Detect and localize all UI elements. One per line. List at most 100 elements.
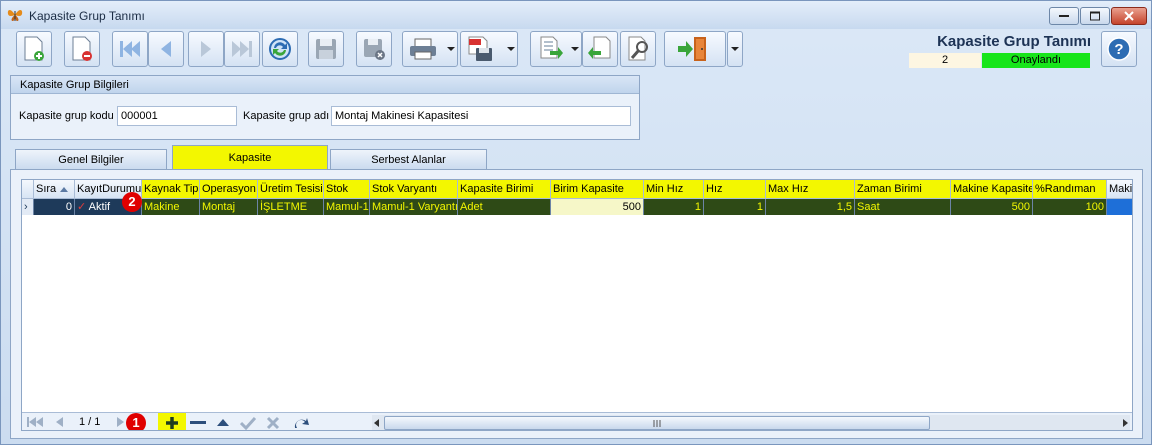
title-bar: Kapasite Grup Tanımı [1, 1, 1151, 29]
maximize-icon [1090, 11, 1100, 21]
butterfly-icon [7, 10, 23, 21]
grid-cell[interactable]: Adet [458, 199, 551, 215]
grid-cell[interactable]: Saat [855, 199, 951, 215]
next-page-icon[interactable] [116, 416, 126, 428]
sort-ascending-icon [60, 186, 69, 192]
column-header[interactable]: Zaman Birimi [855, 180, 951, 199]
grid-cell[interactable]: İŞLETME [258, 199, 324, 215]
column-header[interactable]: Sıra [34, 180, 75, 199]
redo-icon[interactable] [292, 416, 310, 430]
export-button[interactable] [530, 31, 582, 67]
column-header[interactable]: Üretim Tesisi [258, 180, 324, 199]
capacity-panel: Sıra KayıtDurumu Kaynak Tipi Operasyon Ü… [10, 169, 1143, 439]
step-marker-2: 2 [122, 192, 142, 212]
chevron-down-icon[interactable] [507, 47, 515, 51]
help-icon: ? [1107, 37, 1131, 61]
column-header[interactable]: Hız [704, 180, 766, 199]
tab-general[interactable]: Genel Bilgiler [15, 149, 167, 169]
grid-cell[interactable]: Makine [142, 199, 200, 215]
step-marker-1: 1 [126, 413, 146, 430]
pdf-export-icon [468, 36, 492, 61]
grid-cell-focused[interactable]: 500 [551, 199, 644, 215]
settings-icon [628, 36, 648, 61]
column-header[interactable]: Birim Kapasite [551, 180, 644, 199]
scrollbar-thumb[interactable] [384, 416, 930, 430]
column-header[interactable]: Max Hız [766, 180, 855, 199]
column-header[interactable]: Makine Kapasite [951, 180, 1033, 199]
main-window: Kapasite Grup Tanımı Kapasite Grup Tanım… [0, 0, 1152, 445]
group-name-label: Kapasite grup adı [243, 110, 330, 122]
toolbar [16, 31, 746, 67]
previous-record-button[interactable] [148, 31, 184, 67]
grid-cell[interactable]: 1 [704, 199, 766, 215]
grid-cell[interactable]: 500 [951, 199, 1033, 215]
minimize-icon [1059, 15, 1069, 17]
group-name-input[interactable]: Montaj Makinesi Kapasitesi [331, 106, 631, 126]
new-button[interactable] [16, 31, 52, 67]
chevron-down-icon[interactable] [447, 47, 455, 51]
confirm-icon[interactable] [240, 416, 256, 430]
grid-cell[interactable]: 0 [34, 199, 75, 215]
column-header[interactable]: Makin [1107, 180, 1132, 199]
print-icon [410, 38, 436, 60]
previous-page-icon[interactable] [54, 416, 64, 428]
group-code-input[interactable]: 000001 [117, 106, 237, 126]
help-button[interactable]: ? [1101, 31, 1137, 67]
tab-custom-fields[interactable]: Serbest Alanlar [330, 149, 487, 169]
grid-cell[interactable]: 1 [644, 199, 704, 215]
capacity-group-info: Kapasite Grup Bilgileri Kapasite grup ko… [10, 75, 640, 140]
capacity-grid: Sıra KayıtDurumu Kaynak Tipi Operasyon Ü… [21, 179, 1133, 431]
refresh-button[interactable] [262, 31, 298, 67]
check-icon: ✓ [77, 201, 87, 213]
scroll-left-icon[interactable] [374, 419, 380, 427]
tab-capacity[interactable]: Kapasite [172, 145, 328, 170]
horizontal-scrollbar[interactable] [372, 415, 1130, 430]
scroll-right-icon[interactable] [1122, 419, 1128, 427]
window-title: Kapasite Grup Tanımı [29, 9, 145, 23]
plus-icon [166, 417, 178, 429]
refresh-icon [269, 38, 291, 60]
exit-dropdown-button[interactable] [727, 31, 743, 67]
pdf-export-button[interactable] [460, 31, 518, 67]
import-icon [588, 36, 611, 59]
move-up-icon[interactable] [216, 418, 230, 428]
import-button[interactable] [582, 31, 618, 67]
last-record-icon [232, 41, 252, 57]
print-button[interactable] [402, 31, 458, 67]
cancel-icon[interactable] [266, 416, 280, 430]
column-header[interactable]: Min Hız [644, 180, 704, 199]
grid-cell[interactable] [1107, 199, 1132, 215]
row-indicator[interactable]: › [22, 199, 34, 215]
next-record-button[interactable] [188, 31, 224, 67]
save-cancel-button[interactable] [356, 31, 392, 67]
add-row-button[interactable] [158, 413, 186, 430]
column-header[interactable]: Kapasite Birimi [458, 180, 551, 199]
first-page-icon[interactable] [26, 416, 44, 428]
column-header[interactable]: Operasyon [200, 180, 258, 199]
column-header[interactable]: Stok [324, 180, 370, 199]
grid-cell[interactable]: Mamul-1 [324, 199, 370, 215]
column-header[interactable]: %Randıman [1033, 180, 1107, 199]
grid-cell[interactable]: 100 [1033, 199, 1107, 215]
close-button[interactable] [1111, 7, 1147, 25]
maximize-button[interactable] [1080, 7, 1110, 25]
next-record-icon [201, 41, 211, 57]
column-header[interactable]: Kaynak Tipi [142, 180, 200, 199]
save-button[interactable] [308, 31, 344, 67]
grid-cell[interactable]: Mamul-1 Varyantı [370, 199, 458, 215]
settings-button[interactable] [620, 31, 656, 67]
page-title: Kapasite Grup Tanımı [937, 33, 1091, 50]
grid-cell[interactable]: Montaj [200, 199, 258, 215]
minimize-button[interactable] [1049, 7, 1079, 25]
exit-button[interactable] [664, 31, 726, 67]
save-cancel-icon [364, 39, 385, 60]
grid-cell[interactable]: 1,5 [766, 199, 855, 215]
delete-button[interactable] [64, 31, 100, 67]
last-record-button[interactable] [224, 31, 260, 67]
first-record-button[interactable] [112, 31, 148, 67]
column-header[interactable]: Stok Varyantı [370, 180, 458, 199]
new-document-icon [24, 36, 44, 61]
minus-icon[interactable] [190, 421, 206, 425]
chevron-down-icon[interactable] [571, 47, 579, 51]
previous-record-icon [161, 41, 171, 57]
